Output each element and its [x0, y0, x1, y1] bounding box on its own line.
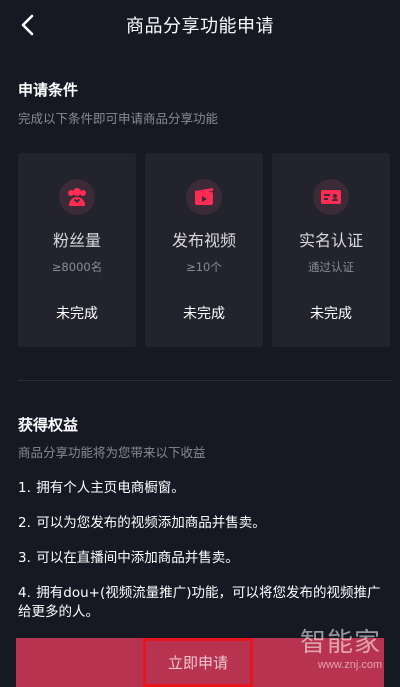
condition-name: 发布视频 — [171, 231, 236, 250]
conditions-title: 申请条件 — [18, 81, 79, 99]
condition-card-videos: 发布视频 ≥10个 未完成 — [145, 153, 263, 347]
condition-requirement: ≥10个 — [186, 260, 222, 274]
page-title: 商品分享功能申请 — [126, 16, 274, 37]
benefit-item: 2. 可以为您发布的视频添加商品并售卖。 — [18, 514, 390, 533]
apply-button[interactable]: 立即申请 — [143, 638, 253, 687]
chevron-left-icon — [21, 14, 34, 36]
back-button[interactable] — [14, 11, 42, 39]
benefits-subtitle: 商品分享功能将为您带来以下收益 — [18, 445, 206, 460]
benefits-title: 获得权益 — [18, 416, 79, 434]
conditions-subtitle: 完成以下条件即可申请商品分享功能 — [18, 111, 219, 126]
benefit-text: 可以为您发布的视频添加商品并售卖。 — [36, 515, 266, 531]
benefit-number: 3. — [18, 550, 31, 566]
video-icon — [186, 179, 222, 215]
benefit-text: 拥有dou+(视频流量推广)功能，可以将您发布的视频推广给更多的人。 — [18, 585, 381, 620]
top-bar: 商品分享功能申请 — [0, 0, 400, 50]
benefit-number: 2. — [18, 515, 31, 531]
conditions-cards: 粉丝量 ≥8000名 未完成 发布视频 ≥10个 未完成 实名认证 通过认证 未… — [18, 153, 392, 347]
section-divider — [18, 380, 392, 381]
benefit-item: 4. 拥有dou+(视频流量推广)功能，可以将您发布的视频推广给更多的人。 — [18, 584, 390, 622]
benefit-item: 3. 可以在直播间中添加商品并售卖。 — [18, 549, 390, 568]
condition-status: 未完成 — [183, 306, 225, 322]
condition-requirement: ≥8000名 — [51, 260, 103, 274]
condition-card-fans: 粉丝量 ≥8000名 未完成 — [18, 153, 136, 347]
watermark-url: www.znj.com — [318, 659, 383, 671]
condition-status: 未完成 — [310, 306, 352, 322]
condition-name: 粉丝量 — [52, 231, 101, 250]
condition-requirement: 通过认证 — [308, 260, 354, 274]
benefit-number: 1. — [18, 480, 31, 496]
watermark-text: 智能家 — [300, 628, 382, 658]
benefit-number: 4. — [18, 585, 31, 601]
benefit-item: 1. 拥有个人主页电商橱窗。 — [18, 479, 390, 498]
condition-status: 未完成 — [56, 306, 98, 322]
condition-name: 实名认证 — [298, 231, 363, 250]
condition-card-realname: 实名认证 通过认证 未完成 — [272, 153, 390, 347]
fans-icon — [59, 179, 95, 215]
id-card-icon — [313, 179, 349, 215]
benefit-text: 拥有个人主页电商橱窗。 — [36, 480, 185, 496]
benefit-text: 可以在直播间中添加商品并售卖。 — [36, 550, 239, 566]
